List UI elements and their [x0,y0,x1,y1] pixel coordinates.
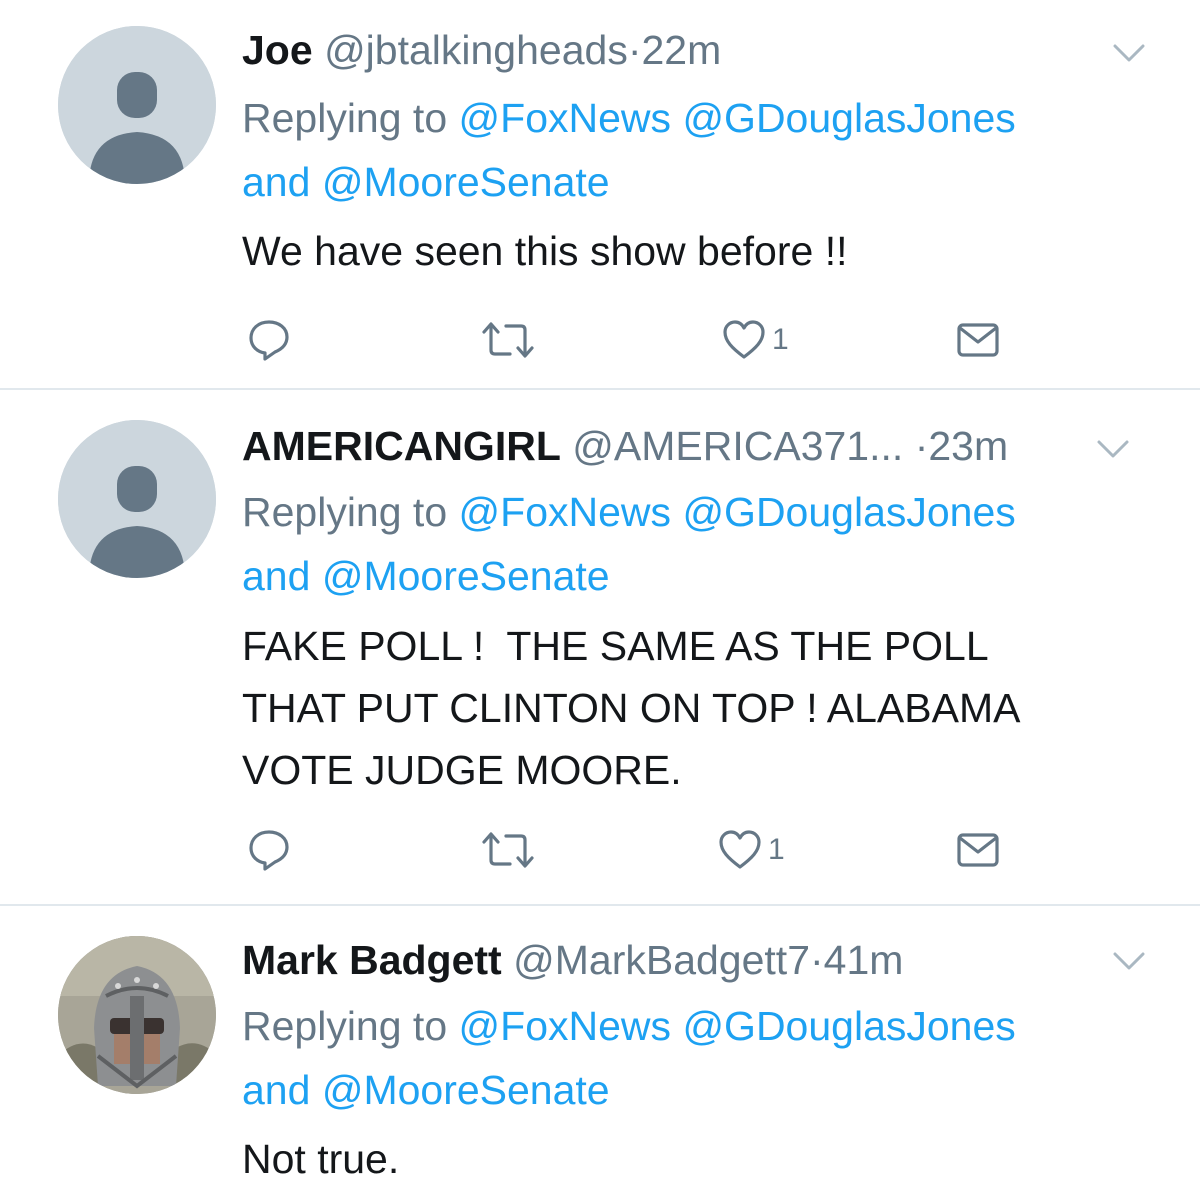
replying-to: Replying to @FoxNews @GDouglasJones and … [242,86,1162,214]
replying-to: Replying to @FoxNews @GDouglasJones and … [242,480,1162,608]
tweet-text: FAKE POLL ! THE SAME AS THE POLL THAT PU… [242,615,1172,801]
default-person-icon [58,420,216,578]
display-name[interactable]: AMERICANGIRL [242,423,561,469]
default-avatar[interactable] [58,26,216,184]
default-person-icon [58,26,216,184]
replying-prefix: Replying to [242,1003,448,1049]
and-more-link[interactable]: and @MooreSenate [242,159,610,205]
retweet-icon[interactable] [480,318,536,362]
mention-link[interactable]: @GDouglasJones [682,1003,1015,1049]
tweet-text-line: THAT PUT CLINTON ON TOP ! ALABAMA [242,685,1021,731]
like-count: 1 [768,833,785,866]
and-more-link[interactable]: and @MooreSenate [242,553,610,599]
replying-to: Replying to @FoxNews @GDouglasJones and … [242,994,1162,1122]
tweet-header: Mark Badgett @MarkBadgett7·41m [242,930,903,990]
user-handle[interactable]: @MarkBadgett7 [513,937,810,983]
mention-link[interactable]: @MooreSenate [322,553,610,599]
chevron-down-icon[interactable] [1112,42,1146,64]
user-handle[interactable]: @jbtalkingheads [324,27,628,73]
heart-icon[interactable] [718,828,762,872]
tweet[interactable]: Mark Badgett @MarkBadgett7·41m Replying … [0,906,1200,1200]
retweet-icon[interactable] [480,828,536,872]
tweet-text: Not true. [242,1128,1172,1190]
mention-link[interactable]: @FoxNews [459,1003,672,1049]
separator-dot: · [810,937,824,983]
display-name[interactable]: Mark Badgett [242,937,502,983]
mail-icon[interactable] [956,828,1000,872]
and-text: and [242,1067,311,1113]
and-text: and [242,553,311,599]
tweet-text: We have seen this show before !! [242,220,1172,282]
mention-link[interactable]: @FoxNews [459,489,672,535]
mention-link[interactable]: @MooreSenate [322,1067,610,1113]
mail-icon[interactable] [956,318,1000,362]
tweet-text-line: FAKE POLL ! THE SAME AS THE POLL [242,623,989,669]
mention-link[interactable]: @GDouglasJones [682,95,1015,141]
tweet-actions: 1 [242,318,1002,362]
timestamp[interactable]: 22m [641,27,721,73]
tweet-text-line: We have seen this show before !! [242,228,848,274]
reply-icon[interactable] [248,318,290,362]
reply-icon[interactable] [248,828,290,872]
default-avatar[interactable] [58,420,216,578]
user-handle[interactable]: @AMERICA371... [572,423,903,469]
user-avatar[interactable] [58,936,216,1094]
tweet-header: Joe @jbtalkingheads·22m [242,20,721,80]
tweet[interactable]: Joe @jbtalkingheads·22m Replying to @Fox… [0,0,1200,390]
tweet-header: AMERICANGIRL @AMERICA371... ·23m [242,416,1008,476]
helmet-avatar-image [58,936,216,1094]
tweet[interactable]: AMERICANGIRL @AMERICA371... ·23m Replyin… [0,390,1200,906]
heart-icon[interactable] [722,318,766,362]
separator-dot: · [627,27,642,73]
replying-prefix: Replying to [242,95,448,141]
chevron-down-icon[interactable] [1112,950,1146,972]
mention-link[interactable]: @GDouglasJones [682,489,1015,535]
timestamp[interactable]: 23m [928,423,1008,469]
tweet-text-line: VOTE JUDGE MOORE. [242,747,682,793]
display-name[interactable]: Joe [242,27,313,73]
and-more-link[interactable]: and @MooreSenate [242,1067,610,1113]
replying-prefix: Replying to [242,489,448,535]
tweet-actions: 1 [242,828,1002,872]
separator-dot: · [914,423,929,469]
and-text: and [242,159,311,205]
mention-link[interactable]: @FoxNews [459,95,672,141]
chevron-down-icon[interactable] [1096,438,1130,460]
tweet-text-line: Not true. [242,1136,400,1182]
timestamp[interactable]: 41m [824,937,904,983]
like-count: 1 [772,323,789,356]
mention-link[interactable]: @MooreSenate [322,159,610,205]
